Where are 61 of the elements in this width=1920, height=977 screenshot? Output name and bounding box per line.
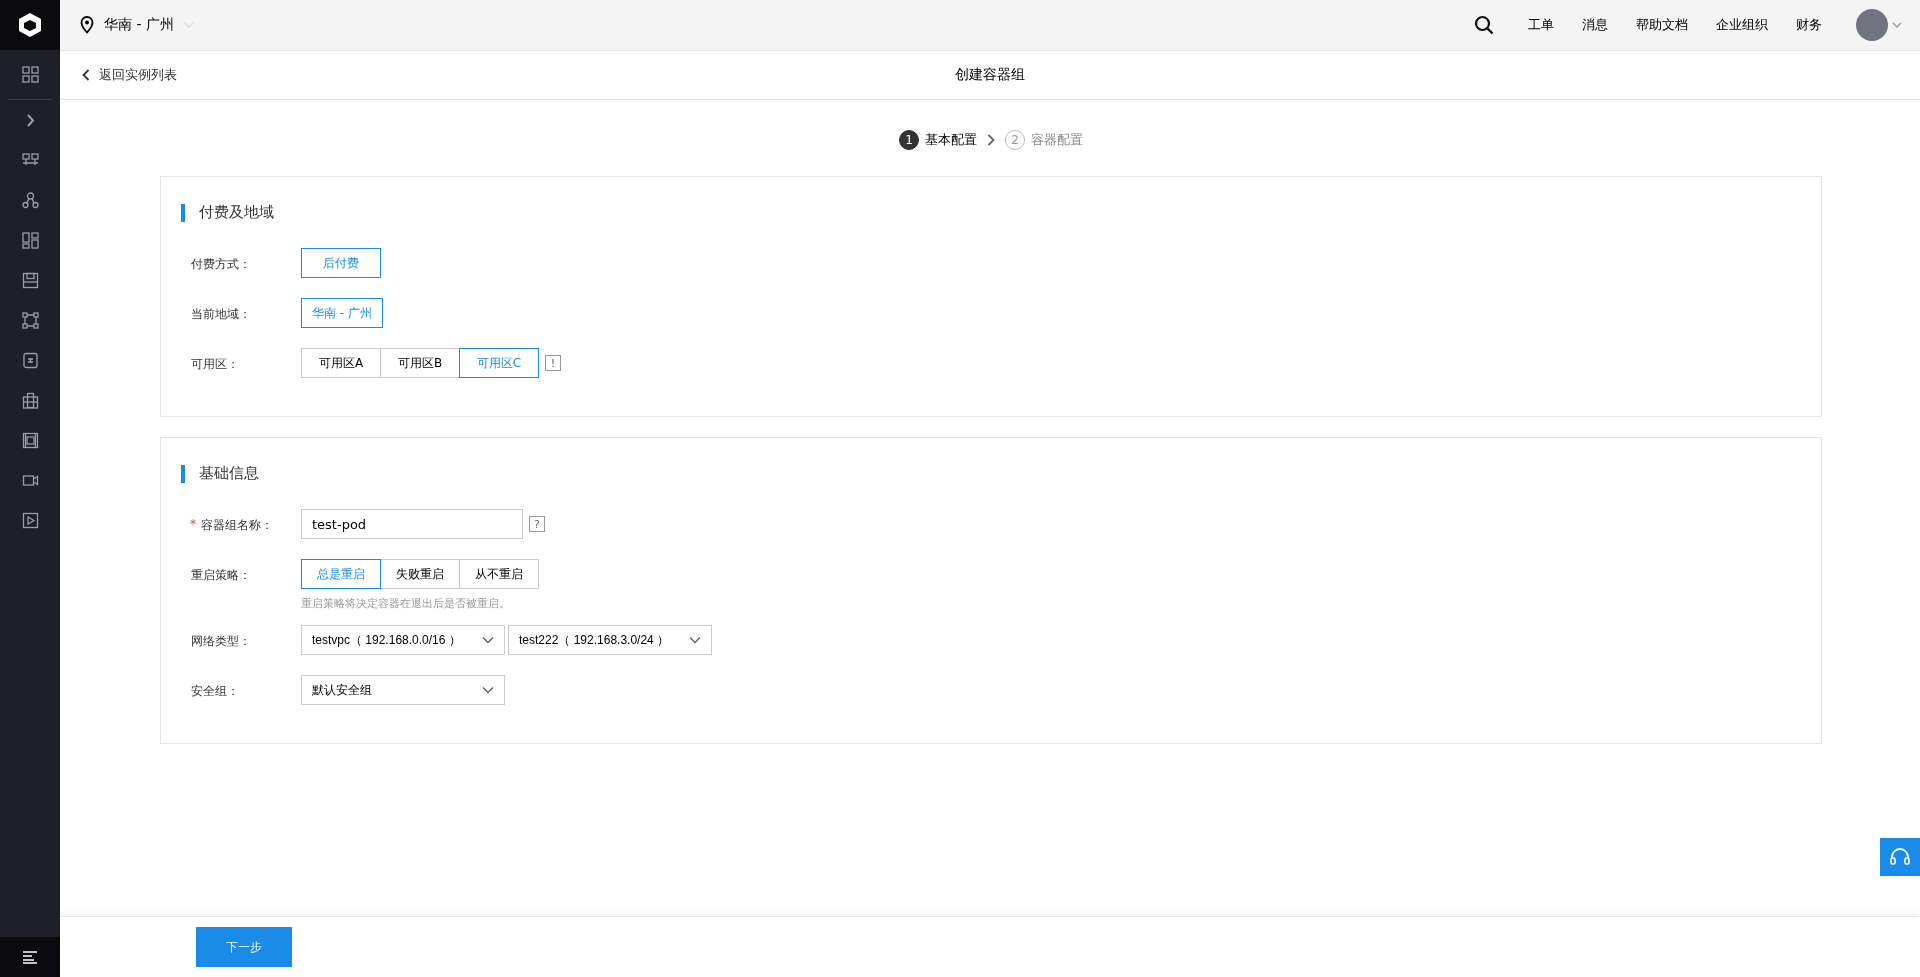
field-label: 重启策略： xyxy=(191,567,251,584)
accent-bar xyxy=(181,464,185,483)
document-icon[interactable] xyxy=(21,351,39,369)
dropdown[interactable]: 默认安全组 xyxy=(301,675,505,705)
dropdown[interactable]: testvpc（ 192.168.0.0/16 ） xyxy=(301,625,505,655)
option-button[interactable]: 后付费 xyxy=(301,248,381,278)
required-mark: * xyxy=(190,517,196,531)
nav-link[interactable]: 财务 xyxy=(1782,16,1836,34)
option-button[interactable]: 失败重启 xyxy=(380,559,460,589)
field-label: 当前地域： xyxy=(191,306,251,323)
menu-icon[interactable] xyxy=(22,950,38,964)
step-label: 容器配置 xyxy=(1031,131,1083,149)
location-pin-icon xyxy=(80,16,94,34)
section-title: 付费及地域 xyxy=(199,203,274,222)
dropdown[interactable]: test222（ 192.168.3.0/24 ） xyxy=(508,625,712,655)
grid-icon[interactable] xyxy=(21,66,39,83)
option-button[interactable]: 可用区C xyxy=(459,348,539,378)
field-label: 网络类型： xyxy=(191,633,251,650)
region-selector[interactable]: 华南 - 广州 xyxy=(80,16,194,34)
menu-button[interactable] xyxy=(0,937,60,977)
option-button[interactable]: 可用区B xyxy=(380,348,460,378)
search-icon[interactable] xyxy=(1474,15,1494,35)
help-icon[interactable]: ? xyxy=(529,516,545,532)
field-label: 容器组名称： xyxy=(201,517,273,534)
nodes-icon[interactable] xyxy=(21,191,39,209)
chevron-right-icon xyxy=(987,134,995,146)
accent-bar xyxy=(181,203,185,222)
help-icon[interactable]: ! xyxy=(545,355,561,371)
headset-icon[interactable] xyxy=(1889,847,1911,867)
nav-link[interactable]: 帮助文档 xyxy=(1622,16,1702,34)
option-button[interactable]: 总是重启 xyxy=(301,559,381,589)
step-number: 1 xyxy=(899,130,919,150)
frame-icon[interactable] xyxy=(21,431,39,449)
building-icon[interactable] xyxy=(21,391,39,409)
option-button[interactable]: 华南 - 广州 xyxy=(301,298,383,328)
nav-link[interactable]: 消息 xyxy=(1568,16,1622,34)
field-label: 可用区： xyxy=(191,356,239,373)
chevron-down-icon xyxy=(482,636,494,644)
field-label: 付费方式： xyxy=(191,256,251,273)
chevron-down-icon xyxy=(689,636,701,644)
dashboard-icon[interactable] xyxy=(21,231,39,249)
field-label: 安全组： xyxy=(191,683,239,700)
option-button[interactable]: 可用区A xyxy=(301,348,381,378)
command-icon[interactable] xyxy=(21,311,39,329)
option-button[interactable]: 从不重启 xyxy=(459,559,539,589)
page-title: 创建容器组 xyxy=(955,66,1025,84)
back-link[interactable]: 返回实例列表 xyxy=(82,66,177,84)
play-icon[interactable] xyxy=(21,511,39,529)
avatar[interactable] xyxy=(1856,9,1888,41)
headset-button[interactable] xyxy=(1880,838,1920,876)
input-field[interactable]: test-pod xyxy=(301,509,523,539)
section-title: 基础信息 xyxy=(199,464,259,483)
chevron-left-icon xyxy=(82,69,90,81)
next-button[interactable]: 下一步 xyxy=(196,927,292,967)
caret-icon[interactable] xyxy=(1892,22,1902,28)
hint-text: 重启策略将决定容器在退出后是否被重启。 xyxy=(301,596,511,611)
nav-link[interactable]: 工单 xyxy=(1514,16,1568,34)
region-label: 华南 - 广州 xyxy=(104,16,174,34)
chevron-down-icon xyxy=(482,686,494,694)
step-label: 基本配置 xyxy=(925,131,977,149)
nav-link[interactable]: 企业组织 xyxy=(1702,16,1782,34)
